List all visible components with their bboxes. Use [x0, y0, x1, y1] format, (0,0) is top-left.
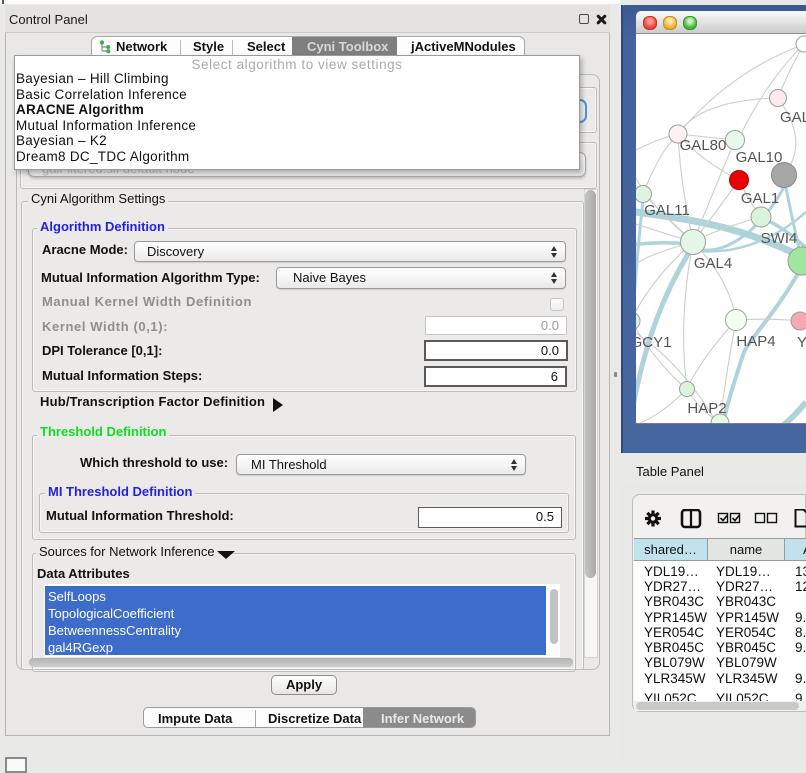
svg-text:HAP4: HAP4 — [736, 333, 775, 350]
svg-text:GAL11: GAL11 — [644, 202, 690, 219]
svg-text:GAL1: GAL1 — [741, 190, 779, 207]
svg-text:GCY1: GCY1 — [636, 334, 671, 351]
svg-text:GAL80: GAL80 — [680, 137, 727, 154]
svg-text:SWI4: SWI4 — [761, 230, 798, 247]
svg-text:GAL7: GAL7 — [780, 109, 806, 126]
svg-text:YJL: YJL — [797, 334, 806, 351]
svg-text:HAP2: HAP2 — [687, 400, 726, 417]
svg-text:GAL10: GAL10 — [736, 149, 783, 166]
svg-text:GAL4: GAL4 — [694, 255, 732, 272]
